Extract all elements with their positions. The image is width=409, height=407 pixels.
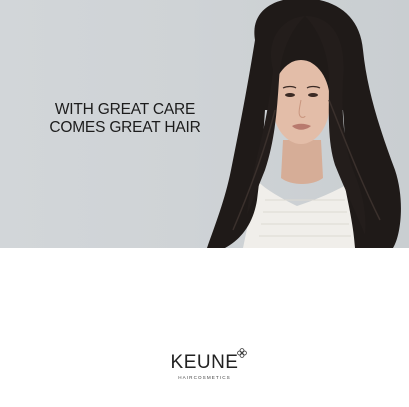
headline-line-2: COMES GREAT HAIR — [49, 119, 201, 136]
brand-name: KEUNE — [170, 348, 248, 373]
brand-tagline: HAIRCOSMETICS — [178, 375, 231, 380]
headline-line-1: WITH GREAT CARE — [54, 101, 196, 118]
headline: WITH GREAT CARE COMES GREAT HAIR — [40, 101, 210, 137]
hero-image: WITH GREAT CARE COMES GREAT HAIR — [0, 0, 409, 248]
flower-icon — [237, 348, 248, 358]
model-portrait — [207, 0, 401, 248]
neck — [281, 140, 323, 184]
brand-name-text: KEUNE — [170, 352, 239, 373]
brand-logo: KEUNE HAIRCOSMETICS — [0, 348, 409, 380]
advert: WITH GREAT CARE COMES GREAT HAIR KEUNE H… — [0, 0, 409, 407]
